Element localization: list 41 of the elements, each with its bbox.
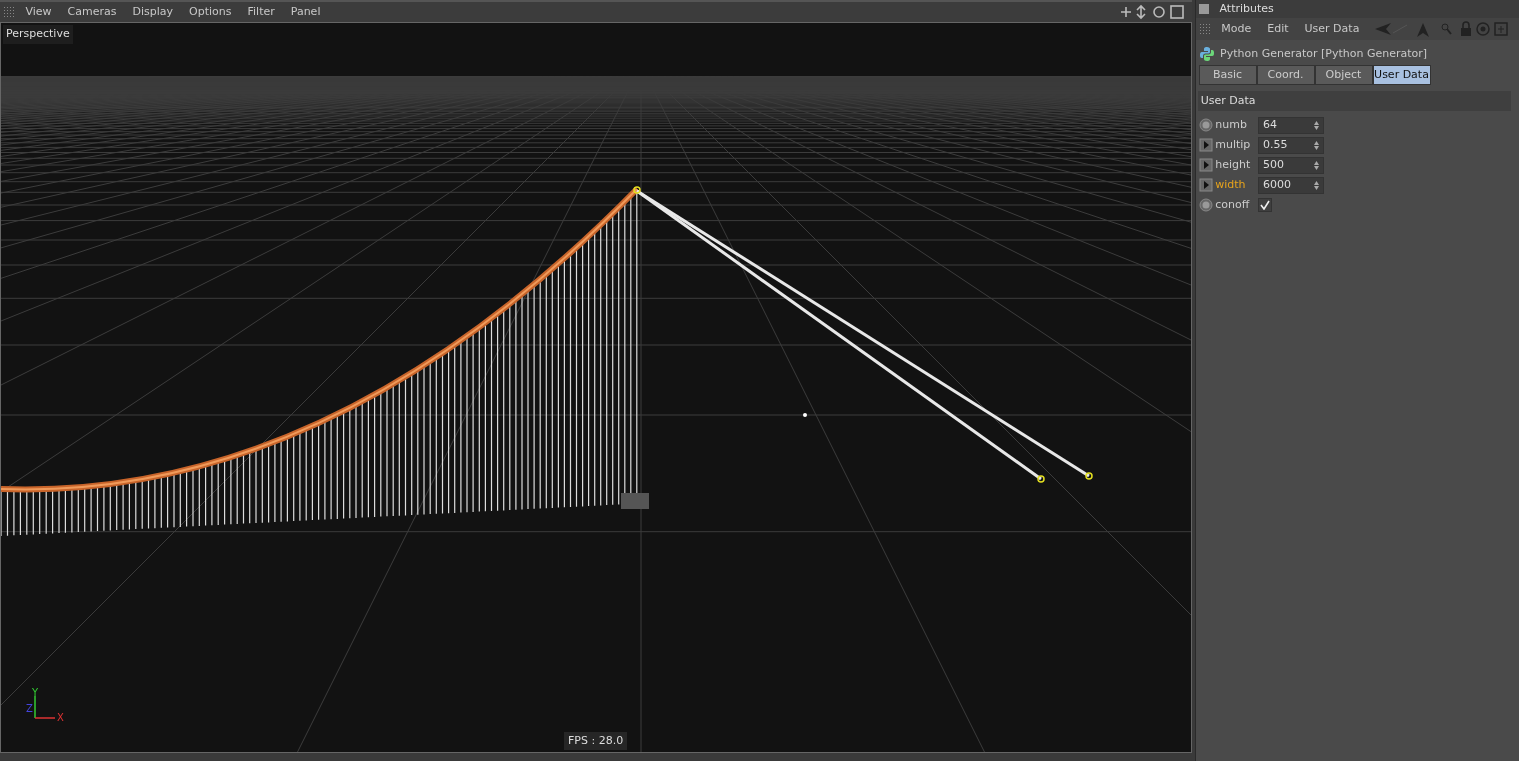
number-field[interactable]: 64 <box>1258 116 1324 134</box>
parameter-label: width <box>1215 177 1247 193</box>
axis-gizmo-drawing: X Y Z <box>23 688 69 722</box>
parameter-label: conoff <box>1215 197 1251 213</box>
spin-arrows-icon[interactable] <box>1314 120 1319 130</box>
menu-item[interactable]: View <box>17 3 60 21</box>
spin-arrows-icon[interactable] <box>1314 180 1319 190</box>
parameter-label: height <box>1215 157 1252 173</box>
checkbox[interactable] <box>1258 198 1272 213</box>
triangle-port-icon[interactable] <box>1198 138 1213 153</box>
triangle-port-icon[interactable] <box>1198 178 1213 193</box>
menu-item[interactable]: Display <box>124 3 182 21</box>
number-field[interactable]: 6000 <box>1258 176 1324 194</box>
number-field[interactable]: 0.55 <box>1258 136 1324 154</box>
camera-label: Perspective <box>3 25 73 44</box>
tab[interactable]: Coord. <box>1256 64 1315 86</box>
python-logo-icon <box>1198 45 1215 62</box>
tab[interactable]: Basic <box>1198 64 1257 86</box>
menu-item[interactable]: Options <box>181 3 240 21</box>
spin-arrows-icon[interactable] <box>1314 140 1319 150</box>
point-marker <box>803 413 807 417</box>
section-header: User Data <box>1197 90 1511 112</box>
menu-item[interactable]: User Data <box>1296 20 1368 38</box>
parameter-label: multip <box>1215 137 1252 153</box>
menu-item[interactable]: Panel <box>282 3 329 21</box>
menu-item[interactable]: Cameras <box>59 3 125 21</box>
number-field[interactable]: 500 <box>1258 156 1324 174</box>
triangle-port-icon[interactable] <box>1198 158 1213 173</box>
fps-label: FPS : 28.0 <box>564 731 628 750</box>
menu-item[interactable]: Filter <box>239 3 283 21</box>
spin-arrows-icon[interactable] <box>1314 160 1319 170</box>
menu-item[interactable]: Edit <box>1259 20 1297 38</box>
menu-item[interactable]: Mode <box>1213 20 1260 38</box>
circle-port-icon[interactable] <box>1198 118 1213 133</box>
tab[interactable]: User Data <box>1372 64 1431 86</box>
object-name: Python Generator [Python Generator] <box>1220 45 1428 62</box>
panel-title: Attributes <box>1219 0 1274 17</box>
panel-icon <box>1198 4 1209 14</box>
tab[interactable]: Object <box>1314 64 1373 86</box>
circle-port-icon[interactable] <box>1198 198 1213 213</box>
parameter-label: numb <box>1215 117 1248 133</box>
